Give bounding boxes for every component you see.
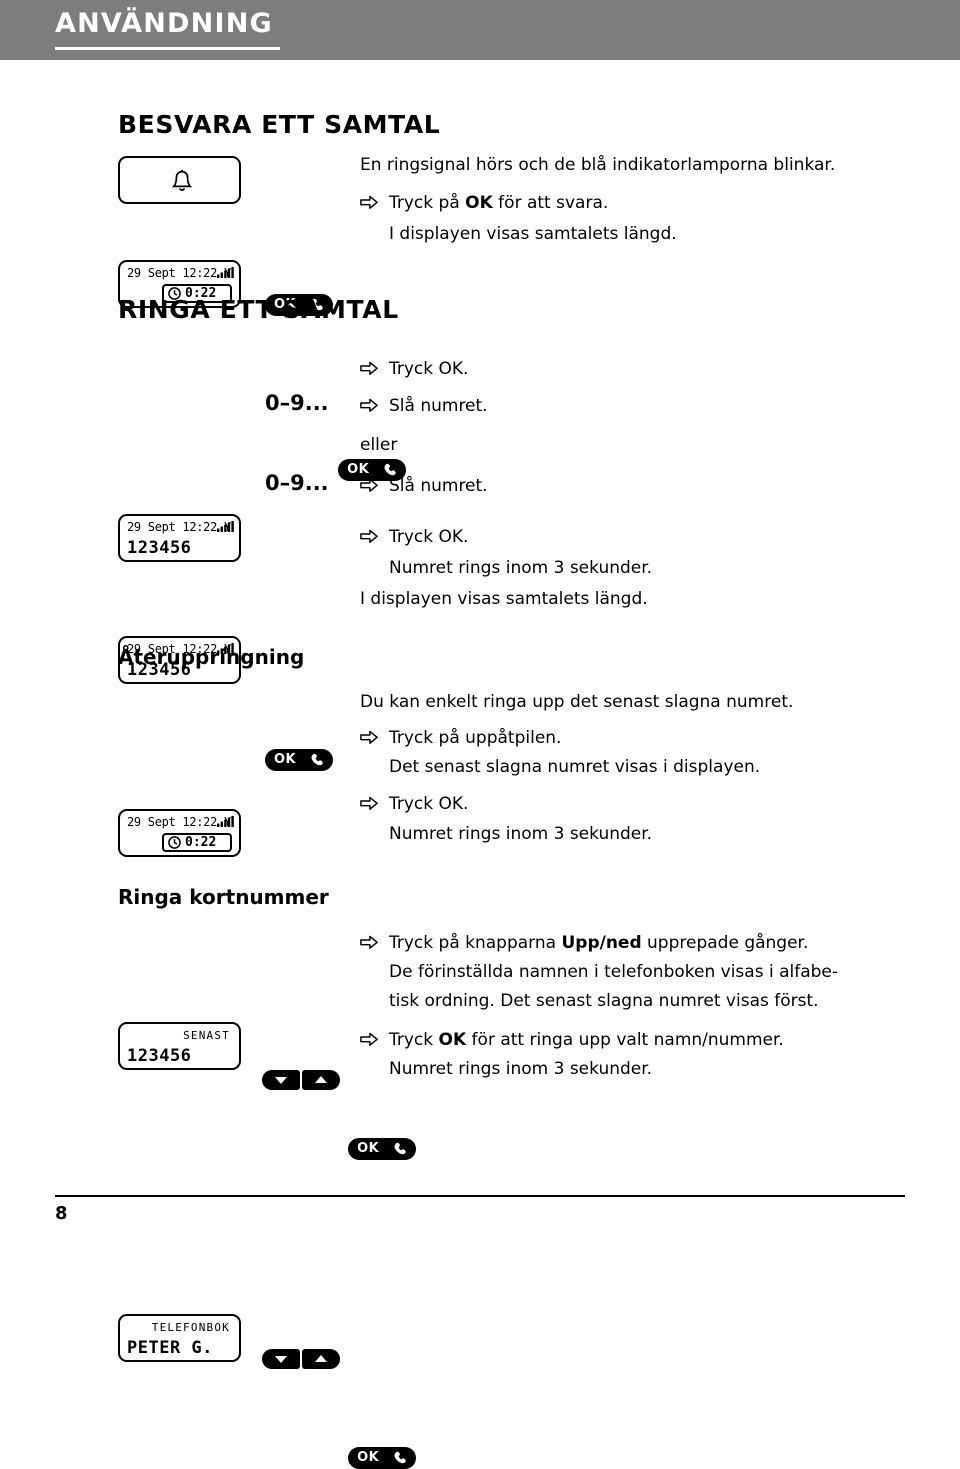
- make-call-or-label: eller: [360, 435, 398, 455]
- bell-icon: [171, 169, 193, 191]
- speeddial-step-4: Tryck OK för att ringa upp valt namn/num…: [389, 1027, 784, 1053]
- redial-step-4: Numret rings inom 3 sekunder.: [389, 824, 653, 844]
- speeddial-step-1-bold: Upp/ned: [561, 933, 642, 953]
- arrow-bullet-icon-9: [360, 1032, 378, 1046]
- section-title-redial: Återuppringning: [118, 645, 305, 669]
- signal-bars-icon: [217, 816, 234, 827]
- down-key[interactable]: [262, 1349, 300, 1369]
- up-arrow-icon: [315, 1076, 327, 1083]
- speeddial-step-1: Tryck på knapparna Upp/ned upprepade gån…: [389, 930, 808, 956]
- up-down-key-speeddial[interactable]: [262, 1349, 340, 1369]
- speeddial-step-2: De förinställda namnen i telefonboken vi…: [389, 962, 839, 982]
- footer-divider: [55, 1195, 905, 1197]
- down-arrow-icon: [275, 1077, 287, 1084]
- redial-step-1: Tryck på uppåtpilen.: [389, 728, 562, 748]
- make-call-step-2: Slå numret.: [389, 396, 488, 416]
- handset-icon: [311, 753, 323, 766]
- make-call-step-1: Tryck OK.: [389, 356, 468, 382]
- dial-keys-label-2: 0–9...: [265, 471, 329, 495]
- up-key[interactable]: [302, 1349, 340, 1369]
- dial-keys-label-1: 0–9...: [265, 391, 329, 415]
- make-call-step-3: Slå numret.: [389, 476, 488, 496]
- lcd-phonebook-label: TELEFONBOK: [151, 1321, 230, 1334]
- make-call-step-6: I displayen visas samtalets längd.: [360, 589, 648, 609]
- lcd-timer-box: 0:22: [162, 833, 232, 852]
- ok-key-label: OK: [274, 752, 297, 767]
- ok-key-make-call-2[interactable]: OK: [265, 749, 333, 771]
- lcd-status-line: 29 Sept 12:22 Y: [127, 266, 231, 280]
- ok-key-speeddial[interactable]: OK: [348, 1447, 417, 1469]
- speeddial-step-3: tisk ordning. Det senast slagna numret v…: [389, 991, 819, 1011]
- lcd-redial-label: SENAST: [183, 1029, 230, 1042]
- redial-intro: Du kan enkelt ringa upp det senast slagn…: [360, 692, 794, 712]
- lcd-bell-display: [118, 156, 241, 204]
- lcd-redial-display: SENAST 123456: [118, 1022, 241, 1070]
- up-down-key-redial[interactable]: [262, 1070, 340, 1090]
- signal-bars-icon: [217, 267, 234, 278]
- make-call-step-4-text: Tryck OK.: [389, 527, 469, 547]
- page-title: ANVÄNDNING: [55, 8, 273, 39]
- signal-bars-icon: [217, 521, 234, 532]
- lcd-timer-value: 0:22: [185, 835, 217, 850]
- section-title-make-call: RINGA ETT SAMTAL: [118, 295, 399, 324]
- speeddial-step-1-pre: Tryck på knapparna: [389, 933, 562, 953]
- redial-step-3-text: Tryck OK.: [389, 794, 469, 814]
- speeddial-step-1-post: upprepade gånger.: [641, 933, 809, 953]
- lcd-phonebook-display: TELEFONBOK PETER G.: [118, 1314, 241, 1362]
- redial-step-2: Det senast slagna numret visas i display…: [389, 757, 761, 777]
- clock-icon: [168, 836, 181, 849]
- ok-key-redial[interactable]: OK: [348, 1138, 417, 1160]
- up-arrow-icon: [315, 1355, 327, 1362]
- lcd-phonebook-name: PETER G.: [127, 1338, 213, 1358]
- make-call-step-1-text: Tryck OK.: [389, 359, 469, 379]
- arrow-bullet-icon-3: [360, 398, 378, 412]
- lcd-number-1: 29 Sept 12:22 Y 123456: [118, 514, 241, 562]
- ok-key-label: OK: [347, 462, 370, 477]
- speeddial-step-5: Numret rings inom 3 sekunder.: [389, 1059, 653, 1079]
- make-call-step-5: Numret rings inom 3 sekunder.: [389, 558, 653, 578]
- arrow-bullet-icon-2: [360, 361, 378, 375]
- arrow-bullet-icon-4: [360, 478, 378, 492]
- speeddial-step-4-pre: Tryck: [389, 1030, 439, 1050]
- lcd-number-value: 123456: [127, 538, 192, 558]
- arrow-bullet-icon-1: [360, 195, 378, 209]
- up-key[interactable]: [302, 1070, 340, 1090]
- handset-icon: [394, 1142, 406, 1155]
- header-underline: [55, 47, 280, 50]
- page-header: ANVÄNDNING: [0, 0, 960, 60]
- lcd-status-line: 29 Sept 12:22 Y: [127, 520, 231, 534]
- arrow-bullet-icon-6: [360, 730, 378, 744]
- page-content: BESVARA ETT SAMTAL 29 Sept 12:22 Y 0:22: [0, 60, 960, 1469]
- make-call-step-4: Tryck OK.: [389, 524, 468, 550]
- answer-call-line-3: I displayen visas samtalets längd.: [389, 224, 677, 244]
- section-title-speeddial: Ringa kortnummer: [118, 885, 329, 909]
- answer-call-step-1-prefix: Tryck på: [389, 193, 466, 213]
- ok-key-label: OK: [357, 1450, 380, 1465]
- arrow-bullet-icon-5: [360, 529, 378, 543]
- answer-call-step-1: Tryck på OK för att svara.: [389, 190, 929, 216]
- arrow-bullet-icon-8: [360, 935, 378, 949]
- lcd-status-line: 29 Sept 12:22 Y: [127, 815, 231, 829]
- down-key[interactable]: [262, 1070, 300, 1090]
- answer-call-step-1-bold: OK: [465, 193, 493, 213]
- lcd-redial-number: 123456: [127, 1046, 192, 1066]
- page-number: 8: [55, 1203, 68, 1224]
- ok-key-label: OK: [357, 1141, 380, 1156]
- lcd-call-timer-2: 29 Sept 12:22 Y 0:22: [118, 809, 241, 857]
- handset-icon: [394, 1451, 406, 1464]
- down-arrow-icon: [275, 1356, 287, 1363]
- arrow-bullet-icon-7: [360, 796, 378, 810]
- section-title-answer-call: BESVARA ETT SAMTAL: [118, 110, 441, 139]
- answer-call-step-1-suffix: för att svara.: [492, 193, 609, 213]
- speeddial-step-4-bold: OK: [438, 1030, 467, 1050]
- speeddial-step-4-post: för att ringa upp valt namn/nummer.: [466, 1030, 784, 1050]
- answer-call-line-1: En ringsignal hörs och de blå indikatorl…: [360, 155, 836, 175]
- redial-step-3: Tryck OK.: [389, 791, 468, 817]
